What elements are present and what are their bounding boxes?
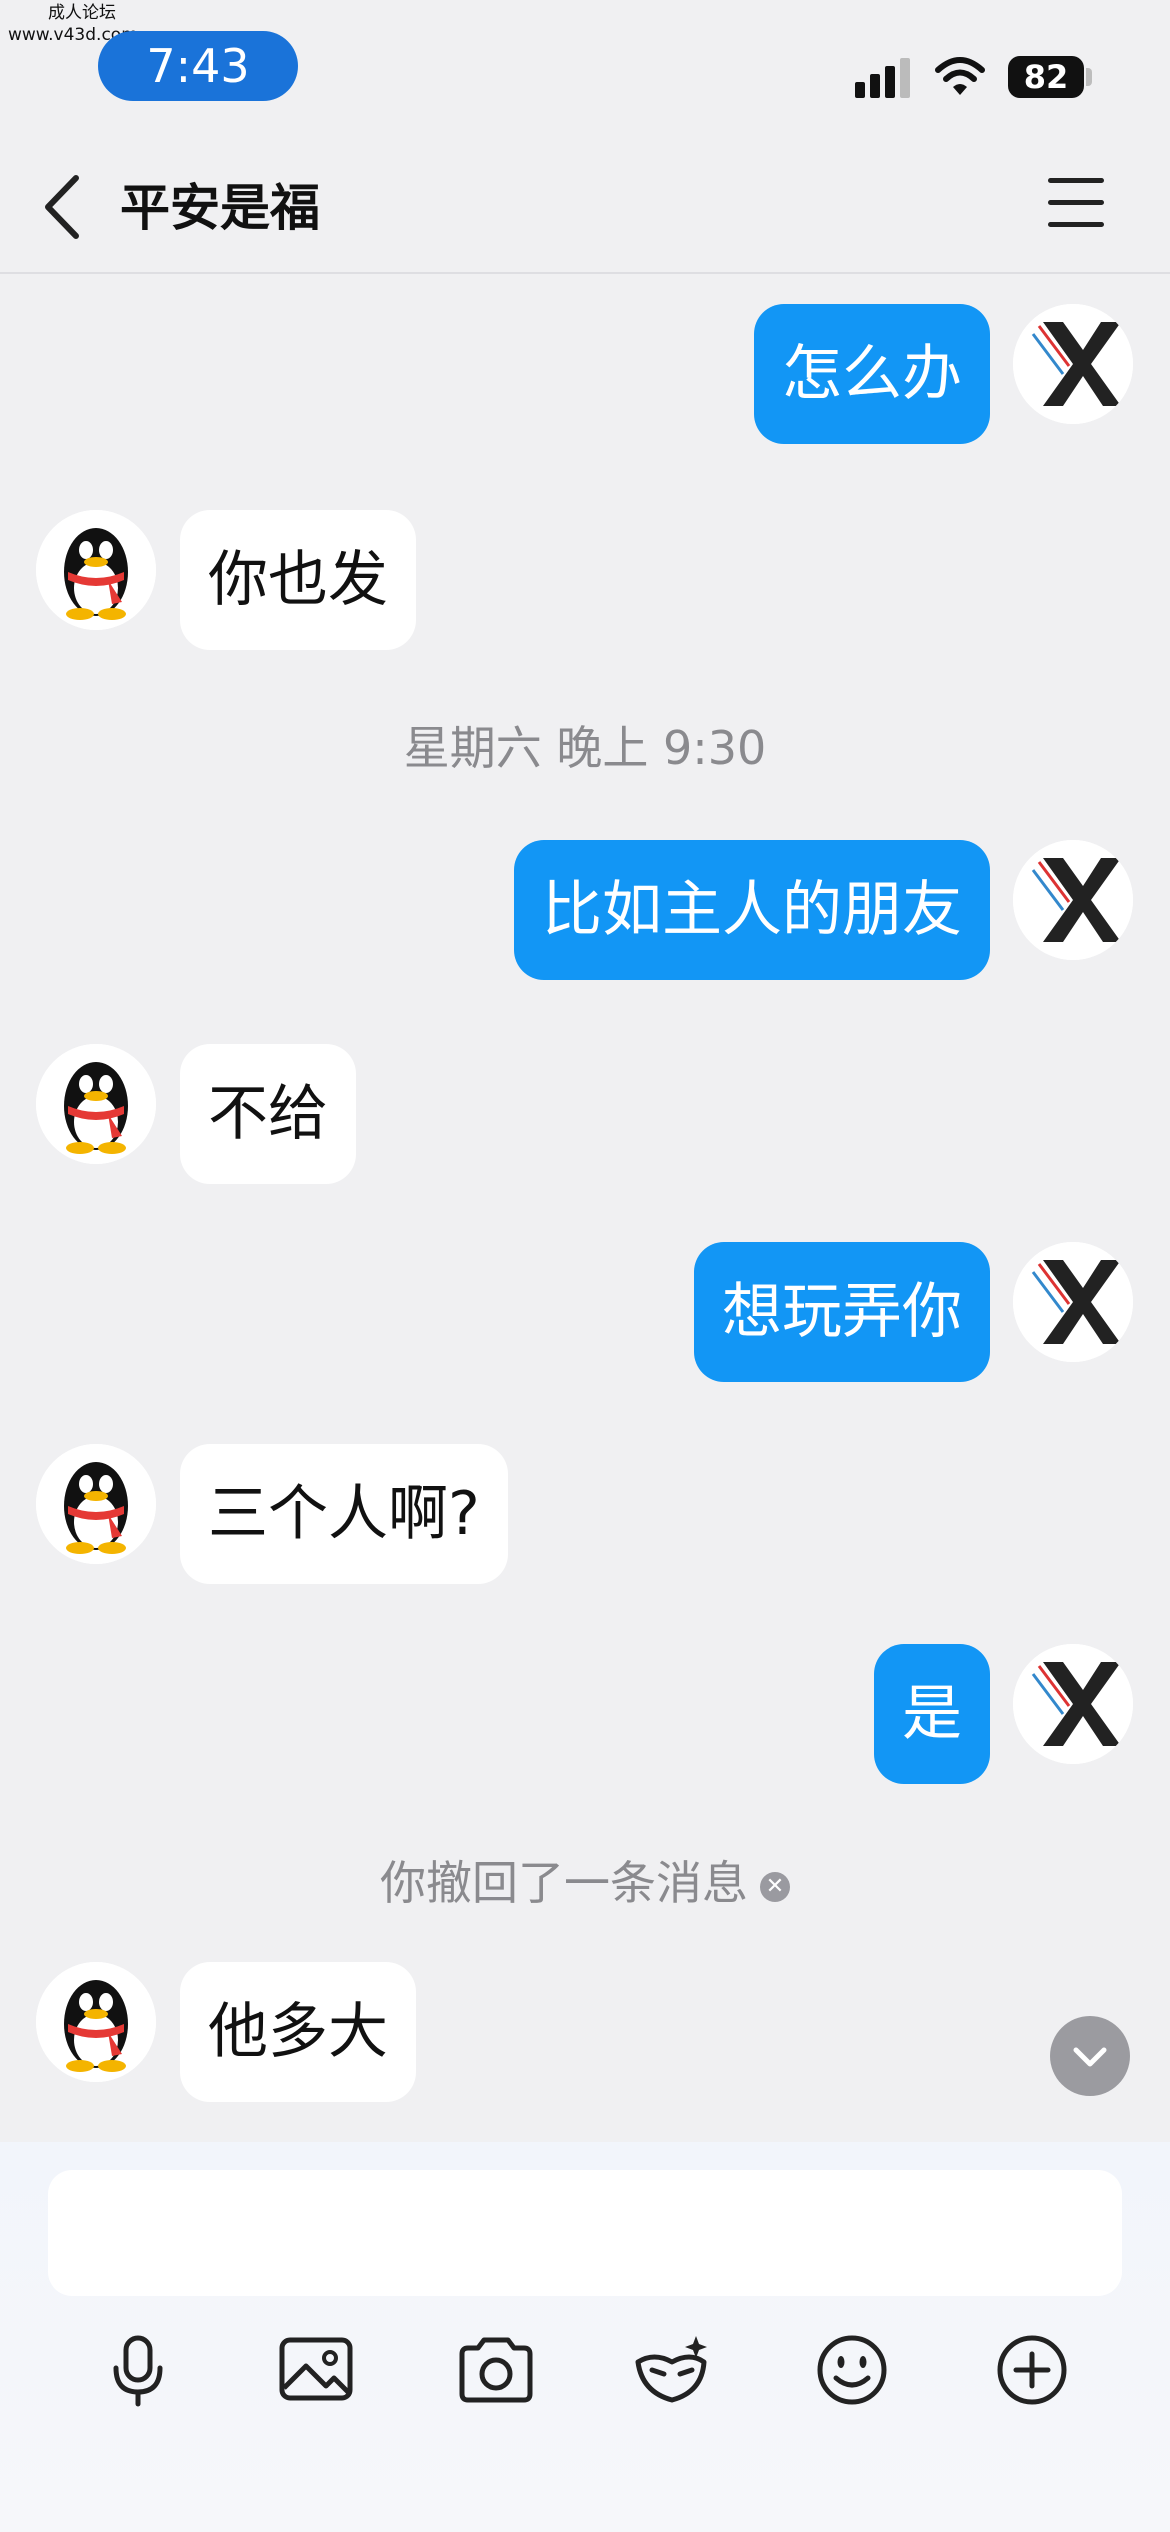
my-avatar[interactable] <box>1013 304 1133 424</box>
chat-title: 平安是福 <box>120 179 320 237</box>
image-icon <box>279 2337 353 2401</box>
input-panel <box>0 2142 1170 2532</box>
camera-icon <box>459 2337 533 2403</box>
contact-avatar[interactable] <box>36 1044 156 1164</box>
my-avatar[interactable] <box>1013 840 1133 960</box>
chat-header: 平安是福 <box>0 130 1170 274</box>
message-bubble[interactable]: 怎么办 <box>754 304 990 444</box>
message-bubble[interactable]: 不给 <box>180 1044 356 1184</box>
message-bubble[interactable]: 他多大 <box>180 1962 416 2102</box>
voice-button[interactable] <box>90 2322 186 2418</box>
image-button[interactable] <box>268 2322 364 2418</box>
emoji-button[interactable] <box>804 2322 900 2418</box>
message-bubble[interactable]: 是 <box>874 1644 990 1784</box>
my-avatar[interactable] <box>1013 1644 1133 1764</box>
message-bubble[interactable]: 三个人啊? <box>180 1444 508 1584</box>
message-list[interactable]: 怎么办 你也发 星期六 晚上 9:30 比如主人的朋友 不给 想玩弄你 三个人啊… <box>0 272 1170 2142</box>
message-input[interactable] <box>48 2170 1122 2296</box>
cellular-signal-icon <box>855 58 910 98</box>
message-bubble[interactable]: 想玩弄你 <box>694 1242 990 1382</box>
more-button[interactable] <box>984 2322 1080 2418</box>
menu-icon[interactable] <box>1048 178 1104 234</box>
battery-level: 82 <box>1008 56 1084 98</box>
sticker-icon <box>635 2336 707 2403</box>
close-icon[interactable]: ✕ <box>760 1871 790 1902</box>
my-avatar[interactable] <box>1013 1242 1133 1362</box>
status-bar: 7:43 82 <box>0 0 1170 130</box>
plus-icon <box>997 2335 1067 2405</box>
status-time[interactable]: 7:43 <box>98 31 298 101</box>
recall-text: 你撤回了一条消息 <box>380 1856 748 1910</box>
scroll-to-bottom-button[interactable] <box>1050 2016 1130 2096</box>
mic-icon <box>113 2335 163 2407</box>
message-bubble[interactable]: 你也发 <box>180 510 416 650</box>
contact-avatar[interactable] <box>36 510 156 630</box>
chevron-down-icon <box>1073 2047 1107 2067</box>
wifi-icon <box>935 57 985 95</box>
contact-avatar[interactable] <box>36 1962 156 2082</box>
back-chevron-icon[interactable] <box>40 172 90 242</box>
contact-avatar[interactable] <box>36 1444 156 1564</box>
camera-button[interactable] <box>448 2322 544 2418</box>
recall-notice: 你撤回了一条消息 ✕ <box>0 1847 1170 1913</box>
battery-tip <box>1086 68 1092 86</box>
message-bubble[interactable]: 比如主人的朋友 <box>514 840 990 980</box>
emoji-icon <box>817 2335 887 2405</box>
time-separator: 星期六 晚上 9:30 <box>403 721 767 775</box>
sticker-button[interactable] <box>624 2322 720 2418</box>
